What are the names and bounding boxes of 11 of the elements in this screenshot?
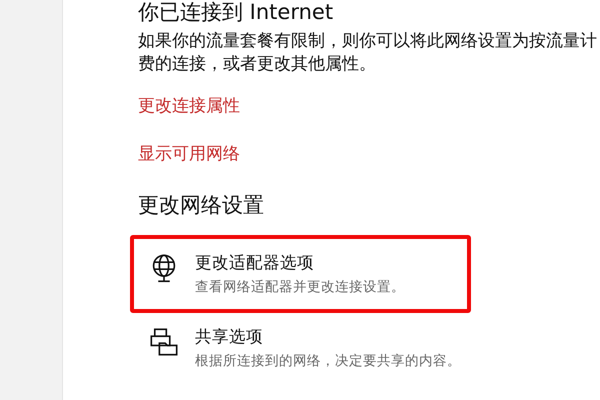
settings-option[interactable]: 更改适配器选项 查看网络适配器并更改连接设置。 — [130, 235, 471, 313]
status-description: 如果你的流量套餐有限制，则你可以将此网络设置为按流量计费的连接，或者更改其他属性。 — [138, 30, 598, 76]
option-title: 更改适配器选项 — [195, 252, 315, 274]
section-heading: 更改网络设置 — [138, 192, 265, 219]
settings-link[interactable]: 更改连接属性 — [138, 95, 240, 117]
option-description: 根据所连接到的网络，决定要共享的内容。 — [195, 352, 461, 371]
printer-folder-icon — [149, 327, 179, 357]
settings-link[interactable]: 显示可用网络 — [138, 143, 240, 165]
option-description: 查看网络适配器并更改连接设置。 — [195, 278, 405, 297]
status-heading: 你已连接到 Internet — [138, 0, 334, 24]
option-title: 共享选项 — [195, 326, 264, 348]
